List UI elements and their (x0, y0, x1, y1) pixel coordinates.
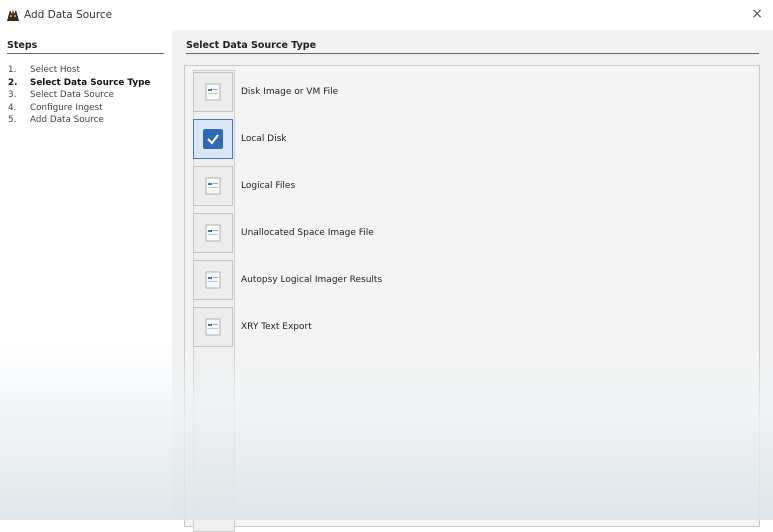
document-icon (205, 177, 221, 195)
step-label: Add Data Source (30, 115, 104, 125)
steps-heading: Steps (7, 40, 164, 54)
autopsy-logo-icon (7, 9, 19, 21)
step-item-select-data-source: 3. Select Data Source (8, 89, 150, 102)
close-button[interactable]: × (751, 6, 763, 22)
step-number: 4. (8, 102, 17, 113)
step-number: 5. (8, 115, 17, 125)
document-icon (205, 318, 221, 336)
option-logical-files[interactable]: Logical Files (193, 165, 693, 207)
option-unallocated-space[interactable]: Unallocated Space Image File (193, 212, 693, 254)
document-icon (205, 224, 221, 242)
option-disk-image[interactable]: Disk Image or VM File (193, 71, 693, 113)
step-number: 1. (8, 65, 17, 75)
steps-panel: Steps 1. Select Host 2. Select Data Sour… (0, 30, 172, 520)
option-toggle-button[interactable] (193, 72, 233, 112)
step-number: 3. (8, 90, 17, 100)
step-item-configure-ingest: 4. Configure Ingest (8, 102, 150, 115)
option-toggle-button[interactable] (193, 213, 233, 253)
option-logical-imager[interactable]: Autopsy Logical Imager Results (193, 259, 693, 301)
option-label: Logical Files (241, 181, 296, 191)
option-label: XRY Text Export (241, 322, 312, 332)
option-toggle-button[interactable] (193, 260, 233, 300)
checkbox-checked-icon (203, 129, 223, 149)
option-xry-text-export[interactable]: XRY Text Export (193, 306, 693, 348)
option-label: Autopsy Logical Imager Results (241, 275, 383, 285)
document-icon (205, 83, 221, 101)
option-toggle-button[interactable] (193, 119, 233, 159)
document-icon (205, 271, 221, 289)
option-label: Disk Image or VM File (241, 87, 339, 97)
window-title: Add Data Source (24, 9, 113, 21)
option-label: Local Disk (241, 134, 287, 144)
option-local-disk[interactable]: Local Disk (193, 118, 693, 160)
option-label: Unallocated Space Image File (241, 228, 374, 238)
section-title: Select Data Source Type (186, 40, 759, 54)
step-number: 2. (8, 77, 18, 88)
step-label: Select Data Source (30, 90, 114, 100)
step-label: Configure Ingest (30, 102, 103, 113)
option-toggle-button[interactable] (193, 307, 233, 347)
option-toggle-button[interactable] (193, 166, 233, 206)
step-item-select-data-source-type: 2. Select Data Source Type (8, 77, 150, 90)
steps-list: 1. Select Host 2. Select Data Source Typ… (8, 64, 150, 127)
data-source-type-list: Disk Image or VM File Local Disk Logical… (184, 65, 760, 532)
step-label: Select Host (30, 65, 80, 75)
main-panel: Select Data Source Type Disk Image or VM… (172, 30, 773, 532)
step-label: Select Data Source Type (30, 77, 151, 88)
step-item-add-data-source: 5. Add Data Source (8, 114, 150, 127)
step-item-select-host: 1. Select Host (8, 64, 150, 77)
title-bar: Add Data Source × (0, 0, 773, 31)
